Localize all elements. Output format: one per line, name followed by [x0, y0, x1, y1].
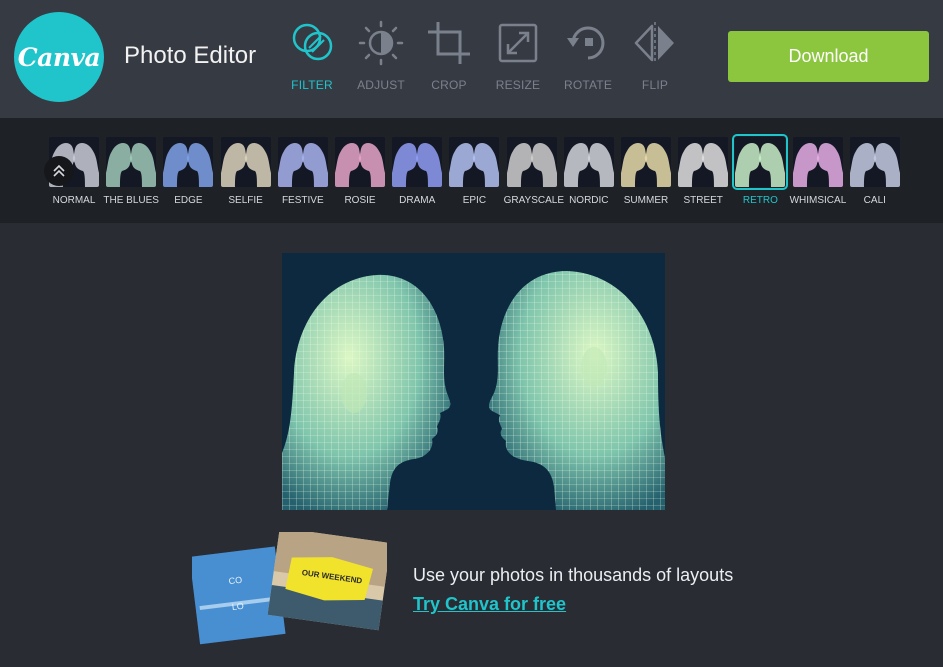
filter-nordic[interactable]: NORDIC [561, 137, 617, 206]
top-toolbar: Canva Photo Editor FILTER ADJUST CROP RE… [0, 0, 943, 118]
tool-adjust[interactable]: ADJUST [346, 20, 416, 100]
tool-resize-label: RESIZE [495, 78, 541, 92]
tool-crop[interactable]: CROP [414, 20, 484, 100]
svg-text:CO: CO [228, 575, 243, 587]
filter-label: THE BLUES [103, 195, 159, 206]
photo-preview [282, 253, 665, 510]
filter-label: RETRO [742, 195, 778, 206]
filter-label: SELFIE [228, 195, 263, 206]
download-button[interactable]: Download [728, 31, 929, 82]
tool-flip[interactable]: FLIP [620, 20, 690, 100]
filter-cali[interactable]: CALI [847, 137, 903, 206]
filter-label: NORMAL [52, 195, 96, 206]
app-title: Photo Editor [124, 42, 257, 69]
canva-logo[interactable]: Canva [14, 12, 104, 102]
filter-drama[interactable]: DRAMA [389, 137, 445, 206]
filter-label: ROSIE [344, 195, 376, 206]
filter-thumbnail [678, 137, 729, 187]
filter-selfie[interactable]: SELFIE [218, 137, 274, 206]
tool-filter-label: FILTER [291, 78, 333, 92]
filter-label: WHIMSICAL [789, 195, 847, 206]
filter-thumbnail [563, 137, 614, 187]
filter-label: NORDIC [569, 195, 609, 206]
filter-thumbnail [277, 137, 328, 187]
filter-thumbnail [392, 137, 443, 187]
filter-summer[interactable]: SUMMER [618, 137, 674, 206]
tool-filter[interactable]: FILTER [277, 20, 347, 100]
filter-label: DRAMA [399, 195, 436, 206]
filter-grayscale[interactable]: GRAYSCALE [503, 137, 564, 206]
rotate-icon [567, 26, 605, 60]
filter-street[interactable]: STREET [675, 137, 731, 206]
filter-label: EPIC [462, 195, 487, 206]
filter-rosie[interactable]: ROSIE [332, 137, 388, 206]
wireframe-heads-image [282, 253, 665, 510]
filter-retro[interactable]: RETRO [732, 134, 789, 206]
filter-icon [292, 23, 333, 61]
logo-text: Canva [17, 42, 101, 72]
tool-crop-label: CROP [431, 78, 467, 92]
filter-label: CALI [863, 195, 886, 206]
promo-layouts-image: CO LO OUR WEEKEND [189, 527, 391, 647]
filter-thumbnail [163, 137, 214, 187]
promo-text: Use your photos in thousands of layouts [413, 565, 734, 585]
filter-thumbnail [335, 137, 385, 187]
collapse-button[interactable] [44, 156, 74, 186]
filter-thumbnail [621, 137, 671, 187]
flip-icon [634, 22, 674, 64]
filter-thumbnail [732, 134, 789, 190]
filter-label: FESTIVE [281, 195, 324, 206]
filter-label: GRAYSCALE [503, 195, 564, 206]
tool-resize[interactable]: RESIZE [483, 20, 553, 100]
filter-thumbnail [220, 137, 271, 187]
resize-icon [498, 23, 538, 63]
filter-label: EDGE [174, 195, 203, 206]
filter-edge[interactable]: EDGE [160, 137, 216, 206]
filter-label: STREET [683, 195, 723, 206]
filter-thumbnail [506, 137, 557, 187]
filter-thumbnail [106, 137, 157, 187]
svg-text:LO: LO [231, 601, 244, 612]
filter-festive[interactable]: FESTIVE [275, 137, 331, 206]
tool-rotate-label: ROTATE [563, 78, 613, 92]
filter-thumbnail [449, 137, 500, 187]
filter-the-blues[interactable]: THE BLUES [103, 137, 159, 206]
adjust-icon [358, 20, 404, 66]
crop-icon [428, 22, 470, 64]
filter-thumbnail [849, 137, 900, 187]
chevron-up-icon [53, 164, 65, 177]
filter-epic[interactable]: EPIC [446, 137, 502, 206]
filter-strip: NORMAL THE BLUES EDGE SELFIE FESTIVE ROSIE DRA… [0, 118, 943, 223]
layout-cards-illustration: CO LO OUR WEEKEND [189, 527, 391, 645]
tool-adjust-label: ADJUST [357, 78, 405, 92]
filter-whimsical[interactable]: WHIMSICAL [790, 137, 846, 206]
filter-label: SUMMER [623, 195, 669, 206]
tool-flip-label: FLIP [641, 78, 669, 92]
try-canva-link[interactable]: Try Canva for free [413, 594, 566, 615]
filter-thumbnail [792, 137, 843, 187]
tool-rotate[interactable]: ROTATE [553, 20, 623, 100]
